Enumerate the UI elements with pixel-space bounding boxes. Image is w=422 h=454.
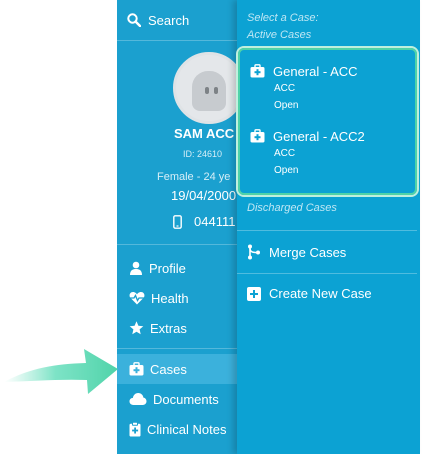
nav-health-label: Health [151, 290, 189, 306]
case-title: General - ACC [273, 63, 358, 79]
case-item[interactable]: General - ACC2 ACC Open [250, 127, 365, 179]
patient-name: SAM ACC [174, 126, 235, 141]
case-selector-header: Select a Case: Active Cases [247, 10, 319, 44]
avatar[interactable] [173, 52, 237, 124]
nav-clinical-notes-label: Clinical Notes [147, 421, 227, 437]
avatar-placeholder-icon [192, 71, 226, 111]
case-status: Open [274, 100, 299, 111]
case-type: ACC [274, 83, 296, 94]
nav-profile-label: Profile [149, 260, 186, 276]
divider [117, 244, 237, 245]
merge-branch-icon [248, 244, 260, 260]
heartbeat-icon [129, 292, 145, 305]
divider [117, 348, 237, 349]
nav-clinical-notes[interactable]: Clinical Notes [117, 414, 237, 444]
star-icon [129, 321, 144, 335]
create-new-case-button[interactable]: Create New Case [247, 286, 372, 301]
person-icon [130, 261, 142, 275]
avatar-eye [205, 87, 209, 94]
avatar-eye [214, 87, 218, 94]
discharged-cases-heading[interactable]: Discharged Cases [247, 202, 337, 214]
patient-id: ID: 24610 [183, 149, 223, 159]
case-status: Open [274, 165, 299, 176]
nav-extras-label: Extras [150, 320, 187, 336]
divider [117, 40, 237, 41]
case-type: ACC [274, 148, 296, 159]
patient-sidebar: Search SAM ACC ID: 24610 Female - 24 ye … [117, 0, 237, 454]
merge-cases-label: Merge Cases [269, 244, 347, 260]
cloud-icon [129, 393, 147, 405]
create-new-case-label: Create New Case [269, 286, 372, 301]
active-cases-highlight: General - ACC ACC Open General - ACC2 AC… [238, 48, 417, 195]
nav-cases-label: Cases [150, 361, 187, 377]
nav-cases[interactable]: Cases [117, 354, 237, 384]
patient-dob: 19/04/2000 [171, 188, 237, 203]
patient-gender-age: Female - 24 ye [157, 171, 231, 183]
divider [237, 273, 417, 274]
divider [237, 230, 417, 231]
pointer-arrow-icon [4, 349, 118, 394]
medical-case-icon [129, 362, 144, 376]
search-link[interactable]: Search [127, 10, 189, 30]
medical-case-icon [250, 129, 265, 143]
mobile-phone-icon [173, 214, 182, 229]
search-icon [127, 13, 141, 27]
nav-extras[interactable]: Extras [117, 313, 237, 343]
plus-square-icon [247, 286, 261, 301]
select-case-label: Select a Case: [247, 12, 319, 24]
medical-case-icon [250, 64, 265, 78]
case-title: General - ACC2 [273, 128, 365, 144]
nav-profile[interactable]: Profile [117, 253, 237, 283]
nav-documents[interactable]: Documents [117, 384, 237, 414]
case-selector-panel: Select a Case: Active Cases General - AC… [237, 0, 420, 454]
patient-phone-number: 044111 [194, 214, 236, 229]
merge-cases-button[interactable]: Merge Cases [247, 244, 346, 260]
search-label: Search [148, 12, 190, 28]
case-item[interactable]: General - ACC ACC Open [250, 62, 358, 114]
nav-documents-label: Documents [153, 391, 219, 407]
patient-phone: 044111 [173, 214, 235, 229]
active-cases-heading: Active Cases [247, 29, 312, 41]
clipboard-plus-icon [129, 421, 141, 436]
nav-health[interactable]: Health [117, 283, 237, 313]
